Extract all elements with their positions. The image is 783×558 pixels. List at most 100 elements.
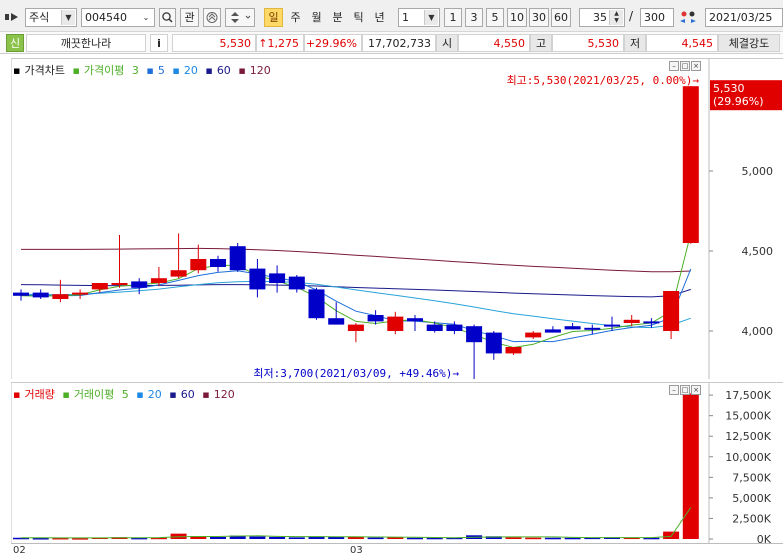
low-annotation: 최저:3,700(2021/03/09, +49.46%)→ [253,367,459,379]
volume-bar [564,537,581,540]
period-day[interactable]: 일 [264,8,283,27]
open-label: 시 [436,34,458,52]
interval-30-button[interactable]: 30 [529,8,549,27]
change-rate-value: +29.96% [305,37,357,50]
candle-body [525,332,542,338]
volume-bar [682,393,699,539]
trade-volume-value: 17,702,733 [368,37,431,50]
period-week[interactable]: 주 [286,8,305,27]
period-year[interactable]: 년 [370,8,389,27]
stock-name[interactable]: 깨끗한나라 [26,34,146,52]
trade-volume: 17,702,733 [362,34,436,52]
close-icon[interactable]: × [691,61,701,71]
volume-bar [210,536,226,539]
price-chart-panel[interactable]: ▪ 가격차트 ▪ 가격이평 3 ▪ 5 ▪ 20 ▪ 60 ▪ 120 – □ × 4,000 4… [11,58,783,379]
volume-tick-label: 5,000K [732,492,771,505]
spinner-icon: ▲ ▼ [609,10,623,25]
market-select[interactable]: 주식 ▼ [25,8,77,27]
price-change-value: ↑1,275 [258,37,299,50]
candle-body [249,268,266,290]
last-price-value: 5,530 [713,82,745,95]
date-axis: 02 03 [11,543,783,558]
up-down-icon [231,12,251,23]
date-label-mar: 03 [350,545,363,556]
volume-tick-label: 15,000K [725,410,771,423]
volume-ma-60: 60 [180,388,195,401]
legend-marker: ▪ [72,64,80,77]
candle-body [91,283,108,290]
interest-button[interactable]: 관 [180,8,199,27]
strength-label: 체결강도 [718,34,780,52]
candle-body [663,291,680,331]
volume-bar [288,537,305,539]
code-input[interactable]: 004540 ⌄ [81,8,155,27]
candle-body [170,270,187,277]
close-icon[interactable]: × [691,385,701,395]
period-minute[interactable]: 분 [328,8,347,27]
search-button[interactable] [159,8,176,27]
chevron-down-icon: ▼ [61,10,75,25]
view-count-input[interactable]: 35 ▲ ▼ [579,8,625,27]
candle-body [229,246,246,271]
interval-10-button[interactable]: 10 [507,8,527,27]
interval-select[interactable]: 1 ▼ [398,8,440,27]
volume-ma-120: 120 [213,388,235,401]
low-label-text: 저 [629,37,641,50]
period-tick[interactable]: 틱 [349,8,368,27]
minimize-icon[interactable]: – [669,61,679,71]
maximize-icon[interactable]: □ [680,61,690,71]
maximize-icon[interactable]: □ [680,385,690,395]
high-price-value: 5,530 [587,37,620,50]
candle-body [564,326,581,330]
zoom-reset-button[interactable] [677,8,699,27]
info-button[interactable]: i [150,34,168,52]
period-day-label: 일 [268,11,279,24]
interval-5-button[interactable]: 5 [486,8,504,27]
legend-marker: ▪ [169,388,177,401]
count-separator: / [629,9,634,23]
zoom-arrows-icon [680,11,696,23]
interval-1-button[interactable]: 1 [444,8,462,27]
candle-body [52,294,69,299]
candle-body [269,273,286,283]
date-input-value: 2021/03/25 [709,11,773,24]
volume-bar [505,537,522,539]
current-price-value: 5,530 [219,37,252,50]
candle-body [190,259,207,271]
price-ma-120: 120 [249,64,271,77]
candle-body [328,318,345,325]
interval-60-button[interactable]: 60 [551,8,571,27]
high-label-text: 고 [535,37,547,50]
candle-body [347,324,364,331]
volume-chart-label: 거래량 [24,388,55,401]
date-input[interactable]: 2021/03/25 [705,8,783,27]
volume-chart-panel[interactable]: ▪ 거래량 ▪ 거래이평 5 ▪ 20 ▪ 60 ▪ 120 – □ × 0K 2,500K 5,… [11,382,783,543]
interval-60-label: 60 [554,11,568,24]
high-annotation: 최고:5,530(2021/03/25, 0.00%)→ [507,74,700,87]
volume-ma-label: 거래이평 [73,388,115,401]
info-icon: i [157,37,161,50]
volume-chart-svg: 0K 2,500K 5,000K 7,500K 10,000K 12,500K 15,000… [11,383,772,543]
volume-ma-5: 5 [121,388,129,401]
minimize-icon[interactable]: – [669,385,679,395]
volume-ma-5-line [21,507,692,539]
candle-body [111,283,128,285]
code-input-value: 004540 [85,11,127,24]
open-label-text: 시 [441,37,453,50]
high-label: 고 [530,34,552,52]
interval-3-button[interactable]: 3 [465,8,483,27]
period-tick-label: 틱 [353,11,364,24]
volume-bar [544,537,561,540]
legend-marker: ▪ [13,64,21,77]
candle-body [131,281,148,288]
total-count-input[interactable]: 300 [640,8,674,27]
period-month[interactable]: 월 [307,8,326,27]
volume-tick-label: 10,000K [725,451,771,464]
menu-arrow-icon[interactable] [4,10,24,24]
open-price: 4,550 [458,34,530,52]
link-button[interactable] [203,8,221,27]
price-change: ↑1,275 [256,34,304,52]
price-chart-label: 가격차트 [24,64,65,77]
stepper-button[interactable] [225,8,255,27]
volume-bar [367,537,384,540]
